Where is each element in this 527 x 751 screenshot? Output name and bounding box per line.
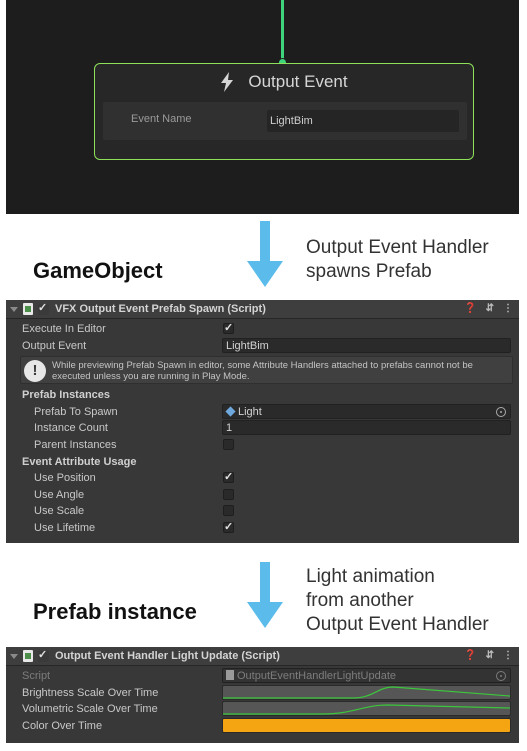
help-icon[interactable]: ❓ [464,303,476,314]
more-icon[interactable]: ⋮ [503,650,513,661]
parent-instances-row: Parent Instances [6,437,519,454]
parent-instances-checkbox[interactable] [223,438,234,450]
warning-text: While previewing Prefab Spawn in editor,… [52,360,473,383]
prefab-to-spawn-label: Prefab To Spawn [34,405,118,418]
component-enabled-checkbox[interactable] [38,301,49,315]
warning-box: ! While previewing Prefab Spawn in edito… [20,356,513,385]
use-scale-label: Use Scale [34,505,85,518]
event-name-label: Event Name [131,113,192,125]
tutorial-figure: Output Event Event Name LightBim Output … [0,0,527,751]
use-position-row: Use Position [6,470,519,487]
component-title: VFX Output Event Prefab Spawn (Script) [55,303,266,315]
brightness-curve [223,685,511,699]
component-header[interactable]: Output Event Handler Light Update (Scrip… [6,647,519,666]
use-angle-label: Use Angle [34,488,85,501]
use-lifetime-checkbox[interactable] [223,520,234,533]
instance-count-label: Instance Count [34,422,108,435]
color-row: Color Over Time [6,717,519,735]
flow-link [281,0,284,62]
script-row: Script OutputEventHandlerLightUpdate [6,668,519,685]
settings-sliders-icon[interactable]: ⇵ [486,303,494,314]
caption-light-line1: Light animation [306,566,435,587]
gameobject-heading: GameObject [33,258,163,283]
output-event-label: Output Event [22,339,87,352]
volumetric-curve [223,704,511,715]
collapse-arrow-icon[interactable] [10,306,18,312]
help-icon[interactable]: ❓ [464,650,476,661]
use-lifetime-row: Use Lifetime [6,520,519,537]
node-field-row: Event Name LightBim [103,102,467,140]
execute-in-editor-row: Execute In Editor [6,321,519,338]
event-attribute-section: Event Attribute Usage [6,454,519,471]
node-title: Output Event [248,72,348,91]
volumetric-label: Volumetric Scale Over Time [22,703,158,716]
component-title: Output Event Handler Light Update (Scrip… [55,650,280,662]
prefab-icon [225,406,236,417]
vfx-graph-panel: Output Event Event Name LightBim [6,0,519,214]
caption-handler-line2: spawns Prefab [306,261,432,282]
parent-instances-label: Parent Instances [34,438,117,451]
output-event-field[interactable]: LightBim [222,337,511,353]
down-arrow-icon [247,562,283,628]
volumetric-row: Volumetric Scale Over Time [6,701,519,718]
volumetric-curve-field[interactable] [222,701,511,717]
prefab-instance-heading: Prefab instance [33,599,197,624]
script-file-icon [226,670,234,680]
use-angle-row: Use Angle [6,487,519,504]
instance-count-field[interactable]: 1 [222,420,511,436]
use-angle-checkbox[interactable] [223,488,234,500]
prefab-to-spawn-field[interactable]: Light [222,403,511,419]
event-name-field[interactable]: LightBim [267,110,459,132]
component-header[interactable]: VFX Output Event Prefab Spawn (Script) ❓… [6,300,519,319]
instance-count-row: Instance Count 1 [6,420,519,437]
use-position-checkbox[interactable] [223,470,234,484]
caption-light-line3: Output Event Handler [306,614,489,635]
script-field: OutputEventHandlerLightUpdate [222,668,511,683]
component-enabled-checkbox[interactable] [38,648,49,662]
prefab-to-spawn-value: Light [238,405,262,418]
output-event-node[interactable]: Output Event Event Name LightBim [94,63,474,160]
brightness-row: Brightness Scale Over Time [6,684,519,702]
output-event-row: Output Event LightBim [6,337,519,355]
object-picker-icon [496,671,506,681]
collapse-arrow-icon[interactable] [10,653,18,659]
caption-handler-line1: Output Event Handler [306,237,489,258]
color-gradient-field[interactable] [222,717,511,733]
more-icon[interactable]: ⋮ [503,303,513,314]
script-icon [23,650,33,662]
script-label: Script [22,670,51,682]
use-lifetime-label: Use Lifetime [34,521,96,534]
settings-sliders-icon[interactable]: ⇵ [486,650,494,661]
script-value: OutputEventHandlerLightUpdate [237,670,396,682]
script-icon [23,303,33,315]
node-header: Output Event [95,64,473,100]
lightning-icon [220,72,234,92]
prefab-to-spawn-row: Prefab To Spawn Light [6,403,519,421]
brightness-curve-field[interactable] [222,684,511,700]
execute-in-editor-label: Execute In Editor [22,323,106,335]
use-scale-row: Use Scale [6,503,519,520]
color-label: Color Over Time [22,719,103,732]
prefab-instances-heading: Prefab Instances [22,389,111,402]
brightness-label: Brightness Scale Over Time [22,686,159,699]
warning-icon: ! [24,360,46,383]
event-attribute-heading: Event Attribute Usage [22,455,137,468]
down-arrow-icon [247,221,283,287]
light-update-inspector: Output Event Handler Light Update (Scrip… [6,647,519,743]
use-scale-checkbox[interactable] [223,505,234,517]
prefab-spawn-inspector: VFX Output Event Prefab Spawn (Script) ❓… [6,300,519,543]
execute-in-editor-checkbox[interactable] [223,321,234,334]
caption-light-line2: from another [306,590,414,611]
prefab-instances-section: Prefab Instances [6,387,519,404]
object-picker-icon[interactable] [496,406,506,417]
use-position-label: Use Position [34,472,96,485]
